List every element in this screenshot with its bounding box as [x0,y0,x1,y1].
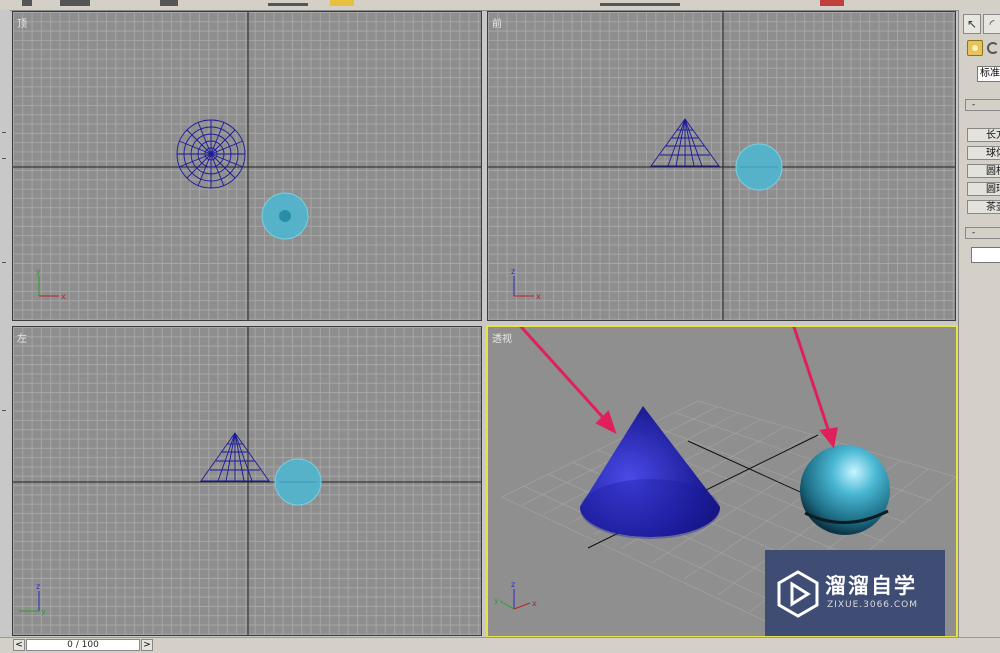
svg-text:z: z [511,267,515,276]
time-slider-bar: < 0 / 100 > [0,637,1000,653]
cone-wireframe-top [176,119,246,189]
axis-gizmo: z x [511,267,541,301]
watermark-url: ZIXUE.3066.COM [827,600,919,610]
viewport-front[interactable]: 前 z x [487,11,956,321]
cone-wireframe-front [650,118,720,167]
next-frame-button[interactable]: > [141,639,153,651]
shapes-category-icon[interactable] [987,42,999,54]
object-type-button-sphere[interactable]: 球体 [967,146,1000,160]
category-dropdown[interactable]: 标准 [977,66,1000,82]
watermark-title: 溜溜自学 [825,574,917,598]
modify-tab-icon[interactable]: ◜ [983,14,1000,34]
sphere-wireframe-front [735,143,783,191]
geometry-category-icon[interactable] [967,40,983,56]
object-type-button-cylinder[interactable]: 圆柱体 [967,164,1000,178]
svg-text:y: y [494,596,499,605]
create-tab-icon[interactable]: ↖ [963,14,981,34]
viewport-canvas: y x [13,12,481,320]
viewport-top[interactable]: 顶 y x [12,11,482,321]
svg-text:y: y [41,607,46,616]
command-panel: ↖ ◜ 标准 - 长方体 球体 圆柱体 圆环 茶壶 - [958,10,1000,640]
svg-text:z: z [36,582,40,591]
viewport-canvas: z x [488,12,955,320]
name-color-rollout[interactable]: - [965,227,1000,239]
viewport-left[interactable]: 左 z y [12,326,482,636]
prev-frame-button[interactable]: < [13,639,25,651]
viewport-canvas: z y [13,327,481,635]
svg-text:x: x [61,292,66,301]
axis-gizmo: z x y [494,580,537,610]
sphere-wireframe-top [261,192,309,240]
object-type-button-torus[interactable]: 圆环 [967,182,1000,196]
cone-wireframe-left [200,432,270,482]
axis-gizmo: z y [19,582,46,616]
svg-text:y: y [36,267,41,276]
object-type-button-teapot[interactable]: 茶壶 [967,200,1000,214]
axis-gizmo: y x [36,267,66,301]
object-name-field[interactable] [971,247,1000,263]
play-logo-icon [777,570,819,618]
main-toolbar [0,0,1000,11]
sphere-shaded [800,445,890,535]
time-slider[interactable]: 0 / 100 [26,639,140,651]
watermark-logo: 溜溜自学 ZIXUE.3066.COM [765,550,945,636]
sphere-wireframe-left [274,458,322,506]
svg-text:x: x [532,599,537,608]
left-gutter [0,10,10,640]
object-type-button-box[interactable]: 长方体 [967,128,1000,142]
object-type-rollout[interactable]: - [965,99,1000,111]
svg-text:z: z [511,580,515,589]
svg-text:x: x [536,292,541,301]
